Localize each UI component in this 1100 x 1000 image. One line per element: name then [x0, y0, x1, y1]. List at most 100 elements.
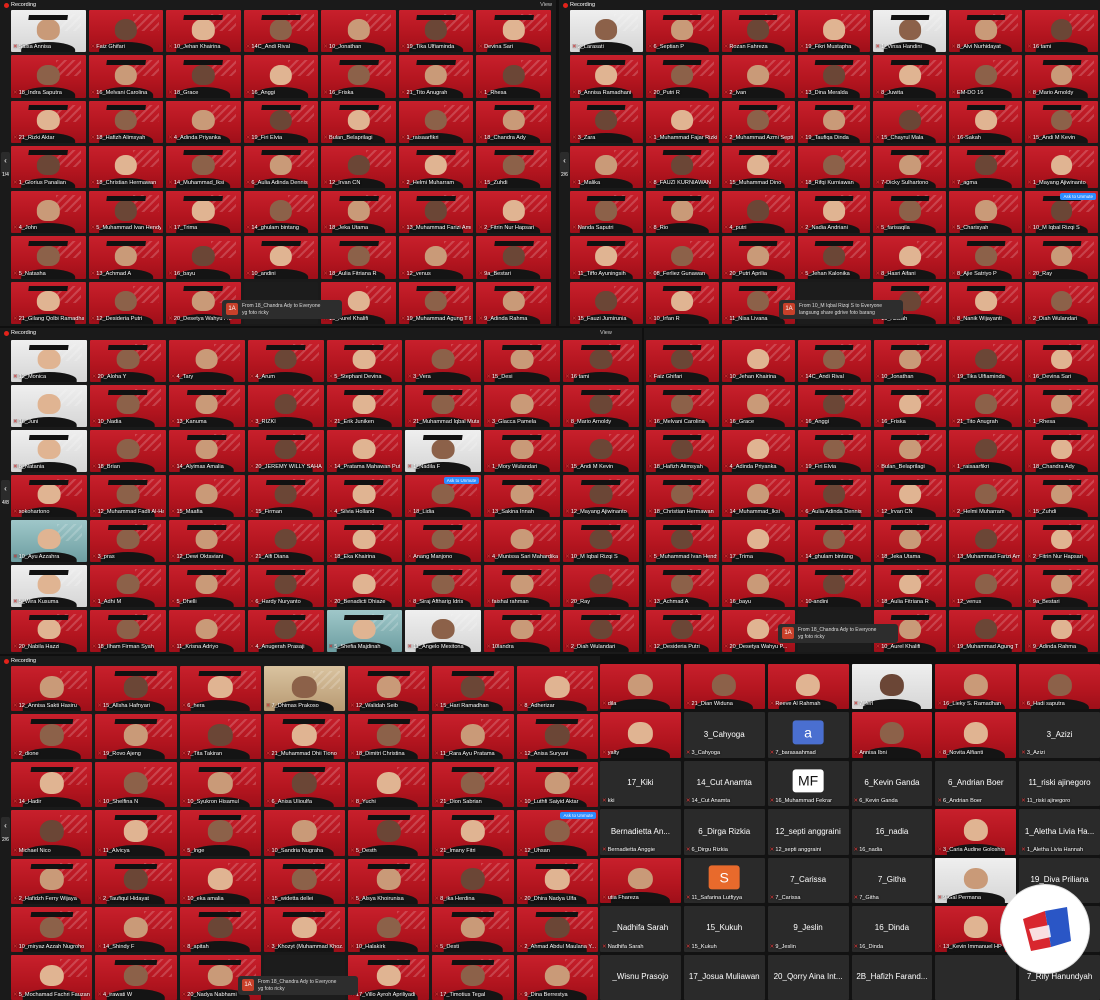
participant-tile[interactable]: ✕2_Diah Wulandari	[1025, 281, 1098, 324]
participant-tile[interactable]: ✕11_Angelo Mexitona	[405, 610, 482, 652]
participant-tile[interactable]: ✕14_Shindy F	[95, 906, 177, 952]
participant-tile[interactable]: ✕20_Putri R	[645, 55, 719, 98]
participant-tile[interactable]: ✕8_Siraj Aftharig Idris	[405, 565, 482, 607]
participant-tile[interactable]: ✕16_Lieky S. Ramadhan	[935, 664, 1017, 710]
participant-tile[interactable]: ✕3_RIZKI	[247, 385, 324, 427]
participant-tile[interactable]: ✕21_Tito Anugrah	[398, 55, 474, 98]
participant-tile[interactable]: ✕2_Ivan	[721, 55, 795, 98]
participant-tile[interactable]: ✕5_Muhammad Ivan Hendy S...	[88, 191, 164, 234]
participant-tile[interactable]: ✕2_Ahmad Abdul Maulana Y...	[516, 906, 598, 952]
participant-tile[interactable]: ✕11_Alvicya	[95, 810, 177, 856]
participant-tile[interactable]: ✕16 tami	[563, 340, 639, 382]
participant-tile[interactable]: ✕4_irawati W	[95, 954, 177, 1000]
participant-tile[interactable]: ✕15_Allsha Hafnyari	[95, 666, 177, 712]
participant-tile[interactable]: ✕1_Malika	[570, 145, 643, 189]
participant-tile[interactable]: ✕10_Sandria Nugraha	[263, 810, 346, 856]
participant-tile[interactable]: ✕16_bayu	[166, 236, 241, 279]
participant-tile[interactable]: ✕9a_Bestari	[1025, 565, 1098, 607]
participant-tile[interactable]: ✕1_Mory Wulandari	[484, 430, 561, 472]
participant-tile[interactable]: ✕15_Zuhdi	[1025, 475, 1098, 517]
participant-tile[interactable]: ✕10_Syukron Hisamul	[179, 762, 261, 808]
participant-card[interactable]: 6_Andrian Boer ✕6_Andrian Boer	[935, 760, 1017, 807]
participant-tile[interactable]: ✕5_Muhammad Ivan Hendy S...	[646, 520, 719, 562]
participant-tile[interactable]: ✕3_Khozyt (Muhammad Khoz...	[263, 906, 346, 952]
participant-tile[interactable]: ✕6_Anisa Ulioulfa	[263, 762, 346, 808]
participant-tile[interactable]: ✕12_Walidah Seib	[348, 666, 430, 712]
participant-tile[interactable]: ✕10_Jonathan	[321, 10, 396, 53]
participant-tile[interactable]: ✕16_Devina Sari	[1025, 340, 1098, 382]
participant-tile[interactable]: ✕16_Anggi	[243, 55, 319, 98]
participant-tile[interactable]: ✕15_widetta dellei	[263, 858, 346, 904]
participant-card[interactable]: 17_Kiki ✕kki	[600, 760, 681, 807]
participant-tile[interactable]: ✕12_Dewi Oktaviani	[168, 520, 245, 562]
participant-tile[interactable]: ✕21_Alfi Diana	[247, 520, 324, 562]
participant-tile[interactable]: ✕11_Rara Ayu Pratama	[432, 714, 514, 760]
participant-tile[interactable]: ✕1_Mayang Ajiwinanto	[1025, 145, 1098, 189]
participant-tile[interactable]: ✕1_Vinsa Handini	[873, 10, 947, 53]
participant-tile[interactable]: ✕18_Chandra Ady	[1025, 430, 1098, 472]
participant-tile[interactable]: ✕Annisa Ibni	[851, 712, 933, 758]
participant-tile[interactable]: ✕2_Muhammad Azmi Septian	[721, 100, 795, 143]
participant-tile[interactable]: ✕8_FAUZI KURNIAWAN	[645, 145, 719, 189]
participant-tile[interactable]: ✕16_Grace	[721, 385, 795, 427]
participant-tile[interactable]: ✕18_Christian Hermawan	[646, 475, 719, 517]
participant-tile[interactable]: ✕16 tami	[1025, 10, 1098, 53]
participant-tile[interactable]: ✕21_Muhammad Iqbal Mutaqin	[405, 385, 482, 427]
participant-tile[interactable]: ✕10-andini	[797, 565, 871, 607]
participant-tile[interactable]: ✕21_Muhammad Dhii Tiono	[263, 714, 346, 760]
participant-tile[interactable]: ✕21_Rizki Aktar	[11, 100, 86, 143]
participant-tile[interactable]: ✕1_raisaarfikri	[398, 100, 474, 143]
participant-tile[interactable]: ✕8_Mario Arnoldy	[1025, 55, 1098, 98]
participant-tile[interactable]: ✕13_Dina Meralda	[797, 55, 871, 98]
view-button[interactable]: View	[540, 2, 552, 8]
prev-page-button[interactable]: ‹ 4/8	[1, 480, 10, 506]
participant-tile[interactable]: ✕10_eka amalia	[179, 858, 261, 904]
participant-card[interactable]: 6_Dirga Rizkia ✕6_Dirgu Rizkia	[683, 809, 765, 855]
prev-page-button[interactable]: ‹ 2/6	[1, 817, 10, 843]
participant-tile[interactable]: ✕18_Chandra Ady	[476, 100, 551, 143]
participant-tile[interactable]: ✕5_Jehan Kalonika	[797, 236, 871, 279]
participant-tile[interactable]: ✕5_Wira Kusuma	[11, 565, 87, 607]
participant-tile[interactable]: ✕1_Rhesa	[1025, 385, 1098, 427]
participant-tile[interactable]: ✕3_Glacca Pamela	[484, 385, 561, 427]
participant-tile[interactable]: ✕sokohartono	[11, 475, 87, 517]
participant-tile[interactable]: ✕7-Dicky Sulhartono	[873, 145, 947, 189]
participant-tile[interactable]: ✕08_Ferliez Gunawan	[645, 236, 719, 279]
participant-tile[interactable]: ✕8_ika Herdina	[432, 858, 514, 904]
participant-tile[interactable]: ✕3_Vera	[405, 340, 482, 382]
participant-tile[interactable]: ✕7_ferl	[851, 664, 933, 710]
participant-tile[interactable]: ✕10_Jehan Khairina	[166, 10, 241, 53]
participant-card[interactable]: 20_Qorry Aina Int...	[767, 954, 849, 1000]
participant-tile[interactable]: ✕10_Jehan Khairina	[721, 340, 795, 382]
participant-tile[interactable]: ✕18_Dimitri Christina	[348, 714, 430, 760]
participant-tile[interactable]: ✕15_Andi M Kevin	[1025, 100, 1098, 143]
participant-tile[interactable]: ✕5_Dhelli	[168, 565, 245, 607]
participant-tile[interactable]: ✕5_Inge	[179, 810, 261, 856]
participant-tile[interactable]: ✕20_Dhira Nadya Ulfa	[516, 858, 598, 904]
participant-tile[interactable]: ✕16-Sakah	[949, 100, 1023, 143]
participant-tile[interactable]: ✕Bulan_Belaprilagi	[321, 100, 396, 143]
participant-tile[interactable]: ✕Faiz Ghifari	[88, 10, 164, 53]
participant-tile[interactable]: ✕5_Natasha	[11, 236, 86, 279]
participant-tile[interactable]: ✕10_Shelfina N	[95, 762, 177, 808]
participant-card[interactable]: 7_Carissa ✕7_Carissa	[767, 857, 849, 904]
participant-tile[interactable]: ✕Bulan_Belaprilagi	[873, 430, 947, 472]
participant-card[interactable]: _Nadhifa Sarah ✕Nadhifa Sarah	[600, 906, 681, 952]
participant-tile[interactable]: ✕8_Mario Arnoldy	[563, 385, 639, 427]
participant-tile[interactable]: ✕8_Rio	[645, 191, 719, 234]
participant-tile[interactable]: ✕18_Lidia Ask to Unmute	[405, 475, 482, 517]
participant-tile[interactable]: ✕20_Aloha Y	[89, 340, 166, 382]
participant-tile[interactable]: ✕4_Arum	[247, 340, 324, 382]
participant-tile[interactable]: ✕16_bayu	[721, 565, 795, 607]
participant-tile[interactable]: ✕14C_Andi Rival	[797, 340, 871, 382]
participant-tile[interactable]: ✕yalty	[600, 712, 681, 758]
participant-tile[interactable]: ✕18_Eka Khairina	[326, 520, 403, 562]
participant-tile[interactable]: ✕18_Brian	[89, 430, 166, 472]
participant-card[interactable]: 12_septi anggraini ✕12_septi anggraini	[767, 809, 849, 855]
ask-to-unmute-button[interactable]: Ask to Unmute	[1060, 193, 1096, 201]
participant-tile[interactable]: ✕14_ghulam bintang	[243, 191, 319, 234]
participant-tile[interactable]: ✕18_Aulia Fitriana R	[321, 236, 396, 279]
participant-tile[interactable]: ✕4_Adinda Priyanka	[721, 430, 795, 472]
participant-tile[interactable]: ✕15_Zuhdi	[476, 145, 551, 189]
participant-tile[interactable]: ✕4_Anugerah Prasaji	[247, 610, 324, 652]
